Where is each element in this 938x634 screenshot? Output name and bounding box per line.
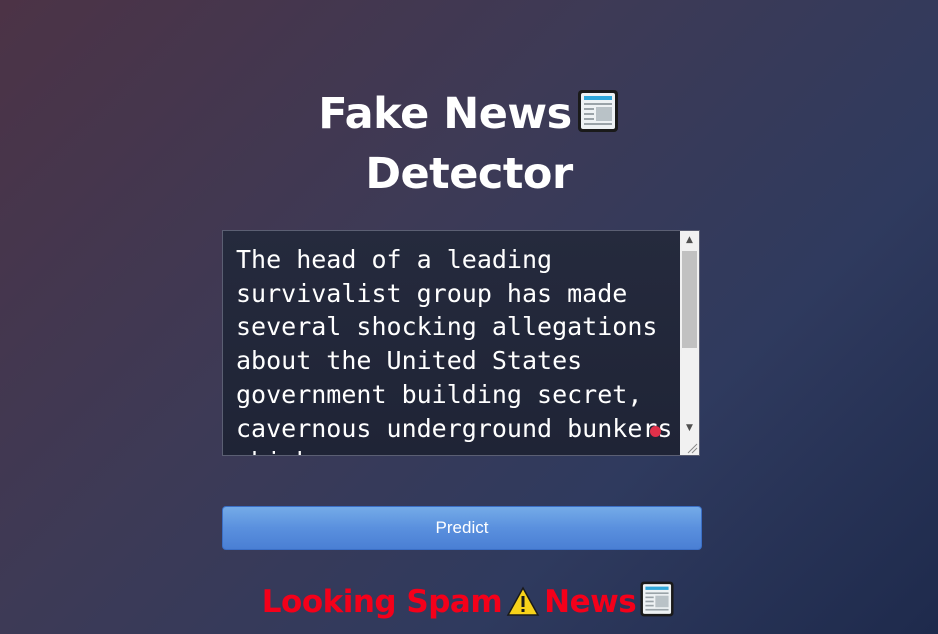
newspaper-icon <box>577 90 618 132</box>
page-title: Fake News Detector <box>0 84 938 204</box>
title-line-1: Fake News <box>0 84 938 144</box>
resize-grip-icon[interactable] <box>680 437 699 455</box>
scroll-thumb[interactable] <box>682 251 697 348</box>
newspaper-icon <box>640 581 674 617</box>
scroll-down-arrow-icon[interactable]: ▼ <box>680 419 699 437</box>
scroll-up-arrow-icon[interactable]: ▲ <box>680 231 699 249</box>
title-text-1: Fake News <box>318 89 572 139</box>
news-text-value[interactable]: The head of a leading survivalist group … <box>236 243 676 455</box>
news-text-input[interactable]: The head of a leading survivalist group … <box>222 230 700 456</box>
prediction-result: Looking Spam News <box>0 578 938 626</box>
result-text-2: News <box>544 584 637 620</box>
predict-button[interactable]: Predict <box>222 506 702 550</box>
result-text-1: Looking Spam <box>261 584 503 620</box>
warning-icon <box>506 586 540 616</box>
title-line-2: Detector <box>365 149 573 199</box>
textarea-scrollbar[interactable]: ▲ ▼ <box>680 231 699 455</box>
spellcheck-indicator <box>650 426 661 437</box>
